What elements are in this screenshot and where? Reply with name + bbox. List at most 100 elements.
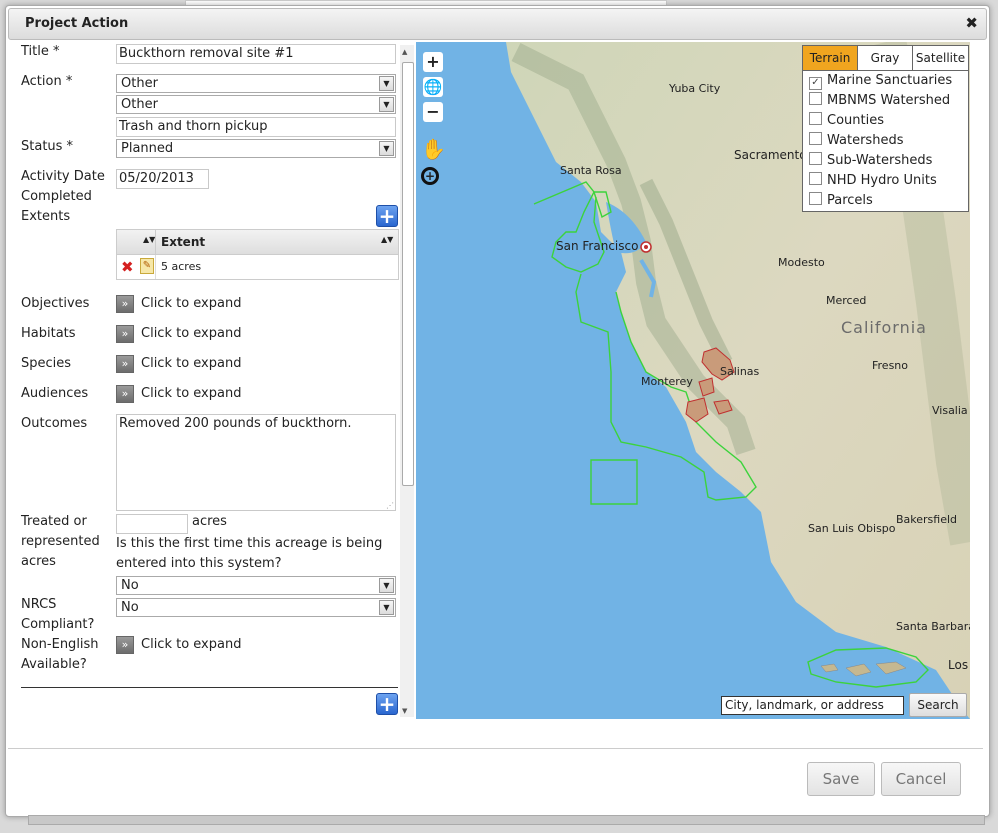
layer-marine-sanctuaries[interactable]: ✓ Marine Sanctuaries <box>809 71 952 91</box>
zoom-box-icon[interactable]: + <box>421 167 439 185</box>
status-select-value: Planned <box>121 141 174 156</box>
cancel-button[interactable]: Cancel <box>881 762 961 796</box>
form-scrollbar[interactable]: ▲ ▼ <box>400 45 414 717</box>
layer-sub-watersheds[interactable]: Sub-Watersheds <box>809 151 932 171</box>
audiences-label: Audiences <box>21 386 89 401</box>
checkbox-icon[interactable] <box>809 152 822 165</box>
activity-date-input[interactable]: 05/20/2013 <box>116 169 209 189</box>
scroll-up-icon[interactable]: ▲ <box>402 48 407 56</box>
layer-label: NHD Hydro Units <box>827 173 937 188</box>
sort-icon[interactable]: ▲▼ <box>381 235 393 244</box>
chevron-down-icon: ▼ <box>379 578 394 593</box>
nrcs-select[interactable]: No ▼ <box>116 598 396 617</box>
species-expander[interactable]: » Click to expand <box>116 354 316 374</box>
layer-label: Counties <box>827 113 884 128</box>
layer-label: Watersheds <box>827 133 904 148</box>
globe-icon[interactable]: 🌐 <box>423 77 443 97</box>
map-label: Sacramento <box>734 148 807 162</box>
scrollbar-thumb[interactable] <box>402 62 414 486</box>
map-label: Salinas <box>720 365 760 378</box>
status-select[interactable]: Planned ▼ <box>116 139 396 158</box>
table-row: ✖ ✎ 5 acres <box>117 255 398 279</box>
audiences-expander[interactable]: » Click to expand <box>116 384 316 404</box>
habitats-expander[interactable]: » Click to expand <box>116 324 316 344</box>
objectives-expander[interactable]: » Click to expand <box>116 294 316 314</box>
species-label: Species <box>21 356 72 371</box>
map-label: Visalia <box>932 404 968 417</box>
nrcs-label-line2: Compliant? <box>21 617 95 632</box>
treated-acres-input[interactable] <box>116 514 188 534</box>
zoom-out-icon[interactable]: − <box>423 102 443 122</box>
checkbox-icon[interactable] <box>809 192 822 205</box>
outcomes-textarea[interactable]: Removed 200 pounds of buckthorn. ⋰ <box>116 414 396 511</box>
dialog-titlebar[interactable]: Project Action ✖ <box>8 8 987 40</box>
activity-date-label: Activity Date <box>21 169 105 184</box>
zoom-in-icon[interactable]: + <box>423 52 443 72</box>
nrcs-select-value: No <box>121 600 139 615</box>
layer-counties[interactable]: Counties <box>809 111 884 131</box>
add-extent-button[interactable]: + <box>376 205 398 227</box>
sort-icon[interactable]: ▲▼ <box>143 235 155 244</box>
map-label: Merced <box>826 294 867 307</box>
layer-label: Sub-Watersheds <box>827 153 933 168</box>
first-time-select[interactable]: No ▼ <box>116 576 396 595</box>
action-select-secondary[interactable]: Other ▼ <box>116 95 396 114</box>
status-label: Status * <box>21 139 74 154</box>
treated-label-line3: acres <box>21 554 56 569</box>
tab-gray[interactable]: Gray <box>858 46 913 70</box>
map-label: California <box>841 318 927 337</box>
nrcs-label-line1: NRCS <box>21 597 57 612</box>
expand-icon: » <box>116 325 134 343</box>
extent-column-header[interactable]: Extent <box>161 235 205 249</box>
background-footer-strip <box>28 815 985 825</box>
extents-label: Extents <box>21 209 71 224</box>
action-select-primary[interactable]: Other ▼ <box>116 74 396 93</box>
form-divider <box>21 687 398 688</box>
delete-icon[interactable]: ✖ <box>121 258 134 276</box>
save-button[interactable]: Save <box>807 762 875 796</box>
nonenglish-expander[interactable]: » Click to expand <box>116 635 316 655</box>
tab-satellite[interactable]: Satellite <box>913 46 968 70</box>
layer-watersheds[interactable]: Watersheds <box>809 131 903 151</box>
checkbox-icon[interactable] <box>809 172 822 185</box>
first-time-question-line2: entered into this system? <box>116 556 282 571</box>
layer-label: Marine Sanctuaries <box>827 73 953 88</box>
map-label: Fresno <box>872 359 909 372</box>
edit-icon[interactable]: ✎ <box>140 258 154 274</box>
action-text-input[interactable]: Trash and thorn pickup <box>116 117 396 137</box>
title-label: Title * <box>21 44 60 59</box>
layer-nhd-hydro-units[interactable]: NHD Hydro Units <box>809 171 937 191</box>
chevron-down-icon: ▼ <box>379 600 394 615</box>
tab-terrain[interactable]: Terrain <box>803 46 858 70</box>
expand-text: Click to expand <box>141 356 242 371</box>
expand-text: Click to expand <box>141 386 242 401</box>
layer-parcels[interactable]: Parcels <box>809 191 873 211</box>
chevron-down-icon: ▼ <box>379 76 394 91</box>
treated-label-line1: Treated or <box>21 514 87 529</box>
outcomes-label: Outcomes <box>21 416 88 431</box>
title-input[interactable]: Buckthorn removal site #1 <box>116 44 396 64</box>
checkbox-icon[interactable] <box>809 132 822 145</box>
add-item-button[interactable]: + <box>376 693 398 715</box>
layer-mbnms-watershed[interactable]: MBNMS Watershed <box>809 91 950 111</box>
checkbox-icon[interactable] <box>809 112 822 125</box>
chevron-down-icon: ▼ <box>379 141 394 156</box>
objectives-label: Objectives <box>21 296 90 311</box>
map-search-input[interactable]: City, landmark, or address <box>721 696 904 715</box>
close-icon[interactable]: ✖ <box>965 14 978 32</box>
habitats-label: Habitats <box>21 326 76 341</box>
layer-label: Parcels <box>827 193 873 208</box>
scroll-down-icon[interactable]: ▼ <box>402 707 407 715</box>
pan-hand-icon[interactable]: ✋ <box>421 137 446 161</box>
map-label: Yuba City <box>669 82 721 95</box>
map-label: Modesto <box>778 256 825 269</box>
expand-icon: » <box>116 385 134 403</box>
basemap-tabs: Terrain Gray Satellite <box>803 46 968 71</box>
checkbox-checked-icon[interactable]: ✓ <box>809 77 822 90</box>
resize-grip-icon[interactable]: ⋰ <box>386 501 394 510</box>
treated-label-line2: represented <box>21 534 100 549</box>
completed-label: Completed <box>21 189 92 204</box>
map-search-button[interactable]: Search <box>909 693 967 717</box>
checkbox-icon[interactable] <box>809 92 822 105</box>
nonenglish-label-line1: Non-English <box>21 637 99 652</box>
